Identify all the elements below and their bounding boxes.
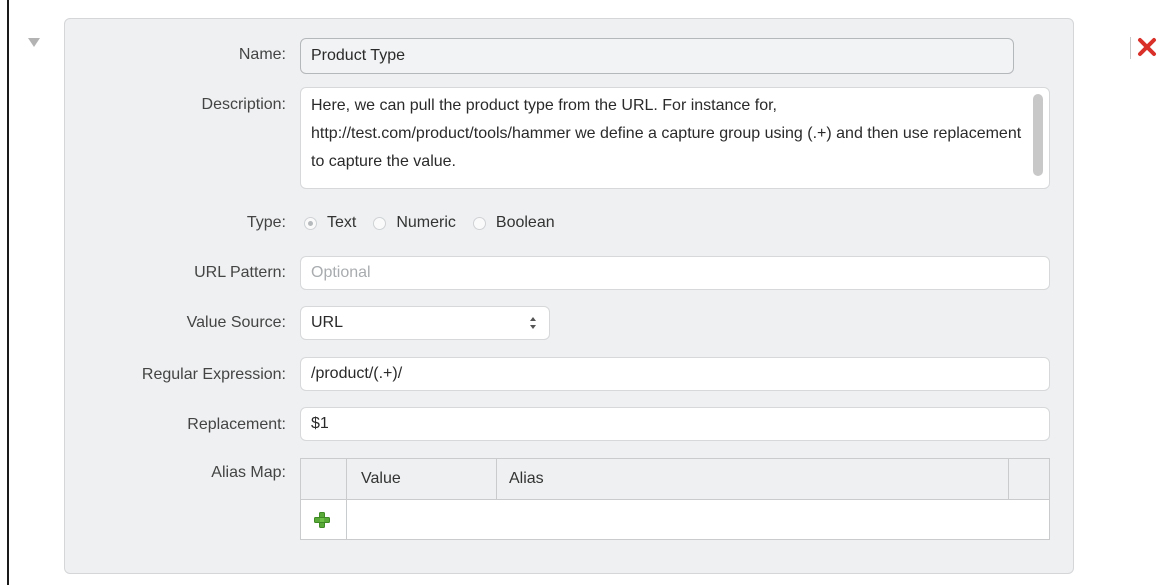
value-source-selected: URL — [311, 314, 344, 331]
type-numeric-radio[interactable] — [373, 216, 387, 230]
select-arrows-icon — [530, 317, 536, 329]
collapse-triangle-icon[interactable] — [28, 38, 40, 47]
regular-expression-input[interactable]: /product/(.+)/ — [300, 357, 1050, 391]
value-source-select[interactable]: URL — [300, 306, 550, 340]
type-label: Type: — [246, 214, 286, 231]
value-source-label: Value Source: — [186, 314, 286, 331]
url-pattern-placeholder: Optional — [311, 264, 371, 281]
toolbar-separator — [1130, 37, 1131, 59]
add-row-plus-icon[interactable] — [314, 512, 330, 528]
url-pattern-input[interactable]: Optional — [300, 256, 1050, 290]
alias-map-corner-cell — [301, 459, 347, 499]
type-text-label[interactable]: Text — [327, 214, 356, 232]
alias-map-row-divider — [346, 499, 347, 539]
alias-map-label: Alias Map: — [211, 464, 286, 481]
type-boolean-radio[interactable] — [472, 216, 486, 230]
description-textarea[interactable]: Here, we can pull the product type from … — [300, 87, 1050, 189]
replacement-label: Replacement: — [187, 416, 286, 433]
type-text-radio[interactable] — [304, 216, 317, 230]
regular-expression-label: Regular Expression: — [141, 366, 286, 383]
column-header-alias[interactable]: Alias — [497, 459, 1009, 499]
type-numeric-label[interactable]: Numeric — [396, 214, 456, 232]
alias-map-header: Value Alias — [301, 459, 1049, 500]
name-label: Name: — [238, 46, 286, 63]
description-scrollbar[interactable] — [1033, 94, 1043, 176]
type-boolean-label[interactable]: Boolean — [496, 214, 555, 232]
url-pattern-label: URL Pattern: — [194, 264, 286, 281]
alias-map-table: Value Alias — [300, 458, 1050, 540]
column-header-value[interactable]: Value — [347, 459, 497, 499]
replacement-input[interactable]: $1 — [300, 407, 1050, 441]
description-label: Description: — [201, 96, 286, 113]
type-radio-group: Text Numeric Boolean — [304, 210, 572, 236]
window-border — [7, 0, 9, 585]
name-input[interactable]: Product Type — [300, 38, 1014, 74]
delete-x-icon[interactable] — [1136, 36, 1158, 58]
description-text: Here, we can pull the product type from … — [311, 97, 1022, 170]
